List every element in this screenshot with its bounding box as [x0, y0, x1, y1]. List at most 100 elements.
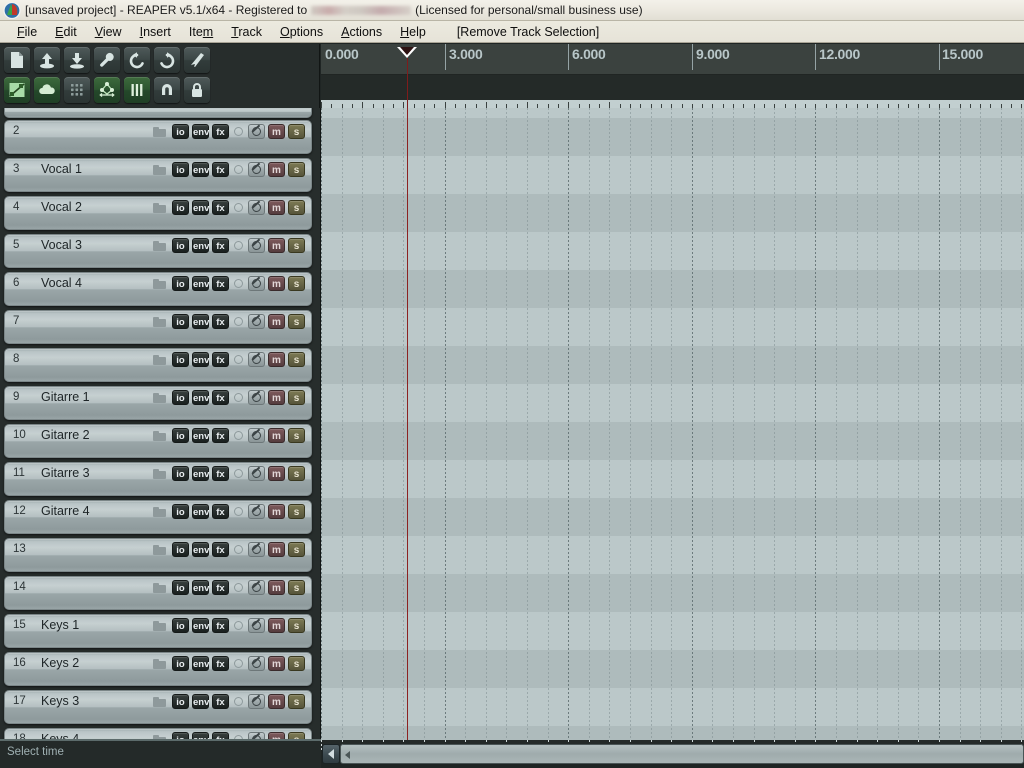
env-button[interactable]: env: [192, 618, 209, 633]
io-button[interactable]: io: [172, 124, 189, 139]
mute-button[interactable]: m: [268, 352, 285, 367]
menu-item-edit[interactable]: Edit: [46, 23, 86, 41]
env-button[interactable]: env: [192, 238, 209, 253]
solo-button[interactable]: s: [288, 352, 305, 367]
track-pane[interactable]: 7 io env fx m s: [4, 310, 312, 344]
track-pane[interactable]: 4 Vocal 2 io env fx m s: [4, 196, 312, 230]
solo-button[interactable]: s: [288, 656, 305, 671]
env-button[interactable]: env: [192, 162, 209, 177]
record-monitor-button[interactable]: [248, 390, 265, 405]
track-pane[interactable]: 14 io env fx m s: [4, 576, 312, 610]
track-pane[interactable]: 2 io env fx m s: [4, 120, 312, 154]
mute-button[interactable]: m: [268, 466, 285, 481]
record-arm-icon[interactable]: [234, 659, 243, 668]
folder-icon[interactable]: [153, 544, 166, 555]
track-row[interactable]: 15 Keys 1 io env fx m s: [0, 614, 320, 650]
track-name[interactable]: Vocal 4: [41, 276, 82, 290]
record-monitor-button[interactable]: [248, 618, 265, 633]
track-row[interactable]: 2 io env fx m s: [0, 120, 320, 156]
scroll-left-button[interactable]: [322, 744, 340, 764]
env-button[interactable]: env: [192, 504, 209, 519]
folder-icon[interactable]: [153, 354, 166, 365]
io-button[interactable]: io: [172, 656, 189, 671]
record-monitor-button[interactable]: [248, 238, 265, 253]
track-name[interactable]: Vocal 2: [41, 200, 82, 214]
record-monitor-button[interactable]: [248, 428, 265, 443]
record-arm-icon[interactable]: [234, 355, 243, 364]
toolbar-button-envelope[interactable]: [4, 77, 30, 103]
toolbar-button-metronome[interactable]: [124, 77, 150, 103]
track-name[interactable]: Keys 2: [41, 656, 79, 670]
env-button[interactable]: env: [192, 656, 209, 671]
record-arm-icon[interactable]: [234, 165, 243, 174]
fx-button[interactable]: fx: [212, 124, 229, 139]
env-button[interactable]: env: [192, 276, 209, 291]
track-pane[interactable]: 11 Gitarre 3 io env fx m s: [4, 462, 312, 496]
record-monitor-button[interactable]: [248, 352, 265, 367]
track-name[interactable]: Gitarre 1: [41, 390, 90, 404]
folder-icon[interactable]: [153, 164, 166, 175]
env-button[interactable]: env: [192, 694, 209, 709]
menu-item-options[interactable]: Options: [271, 23, 332, 41]
fx-button[interactable]: fx: [212, 580, 229, 595]
track-name[interactable]: Keys 1: [41, 618, 79, 632]
solo-button[interactable]: s: [288, 618, 305, 633]
toolbar-button-open-project[interactable]: [34, 47, 60, 73]
track-row[interactable]: 16 Keys 2 io env fx m s: [0, 652, 320, 688]
toolbar-button-project-settings[interactable]: [94, 47, 120, 73]
track-row[interactable]: 13 io env fx m s: [0, 538, 320, 574]
track-pane[interactable]: 5 Vocal 3 io env fx m s: [4, 234, 312, 268]
mute-button[interactable]: m: [268, 618, 285, 633]
solo-button[interactable]: s: [288, 694, 305, 709]
track-control-panel[interactable]: 2 io env fx m s 3 Vocal 1 io env fx m s 4 Vocal 2 io env…: [0, 108, 321, 740]
track-row[interactable]: 7 io env fx m s: [0, 310, 320, 346]
toolbar-button-razor-edit[interactable]: [184, 47, 210, 73]
mute-button[interactable]: m: [268, 162, 285, 177]
io-button[interactable]: io: [172, 694, 189, 709]
track-pane[interactable]: [4, 108, 312, 118]
fx-button[interactable]: fx: [212, 390, 229, 405]
menu-item-track[interactable]: Track: [222, 23, 271, 41]
record-monitor-button[interactable]: [248, 694, 265, 709]
track-name[interactable]: Keys 3: [41, 694, 79, 708]
mute-button[interactable]: m: [268, 656, 285, 671]
fx-button[interactable]: fx: [212, 618, 229, 633]
solo-button[interactable]: s: [288, 124, 305, 139]
io-button[interactable]: io: [172, 352, 189, 367]
track-row[interactable]: 12 Gitarre 4 io env fx m s: [0, 500, 320, 536]
menu-item-insert[interactable]: Insert: [131, 23, 180, 41]
folder-icon[interactable]: [153, 582, 166, 593]
track-row[interactable]: 9 Gitarre 1 io env fx m s: [0, 386, 320, 422]
io-button[interactable]: io: [172, 466, 189, 481]
solo-button[interactable]: s: [288, 162, 305, 177]
solo-button[interactable]: s: [288, 504, 305, 519]
record-arm-icon[interactable]: [234, 469, 243, 478]
fx-button[interactable]: fx: [212, 314, 229, 329]
fx-button[interactable]: fx: [212, 162, 229, 177]
timeline-ruler[interactable]: 0.000 3.000 6.000 9.000 12.000 15.000: [321, 44, 1024, 108]
record-arm-icon[interactable]: [234, 545, 243, 554]
io-button[interactable]: io: [172, 238, 189, 253]
track-pane[interactable]: 17 Keys 3 io env fx m s: [4, 690, 312, 724]
mute-button[interactable]: m: [268, 314, 285, 329]
track-row[interactable]: 3 Vocal 1 io env fx m s: [0, 158, 320, 194]
toolbar-button-save-project[interactable]: [64, 47, 90, 73]
folder-icon[interactable]: [153, 696, 166, 707]
track-row-partial[interactable]: [0, 108, 320, 118]
solo-button[interactable]: s: [288, 428, 305, 443]
record-arm-icon[interactable]: [234, 697, 243, 706]
menu-item-help[interactable]: Help: [391, 23, 435, 41]
fx-button[interactable]: fx: [212, 276, 229, 291]
toolbar-button-lock[interactable]: [184, 77, 210, 103]
mute-button[interactable]: m: [268, 542, 285, 557]
solo-button[interactable]: s: [288, 390, 305, 405]
io-button[interactable]: io: [172, 428, 189, 443]
record-arm-icon[interactable]: [234, 621, 243, 630]
fx-button[interactable]: fx: [212, 238, 229, 253]
record-arm-icon[interactable]: [234, 507, 243, 516]
record-arm-icon[interactable]: [234, 279, 243, 288]
fx-button[interactable]: fx: [212, 466, 229, 481]
record-arm-icon[interactable]: [234, 127, 243, 136]
io-button[interactable]: io: [172, 200, 189, 215]
record-arm-icon[interactable]: [234, 583, 243, 592]
